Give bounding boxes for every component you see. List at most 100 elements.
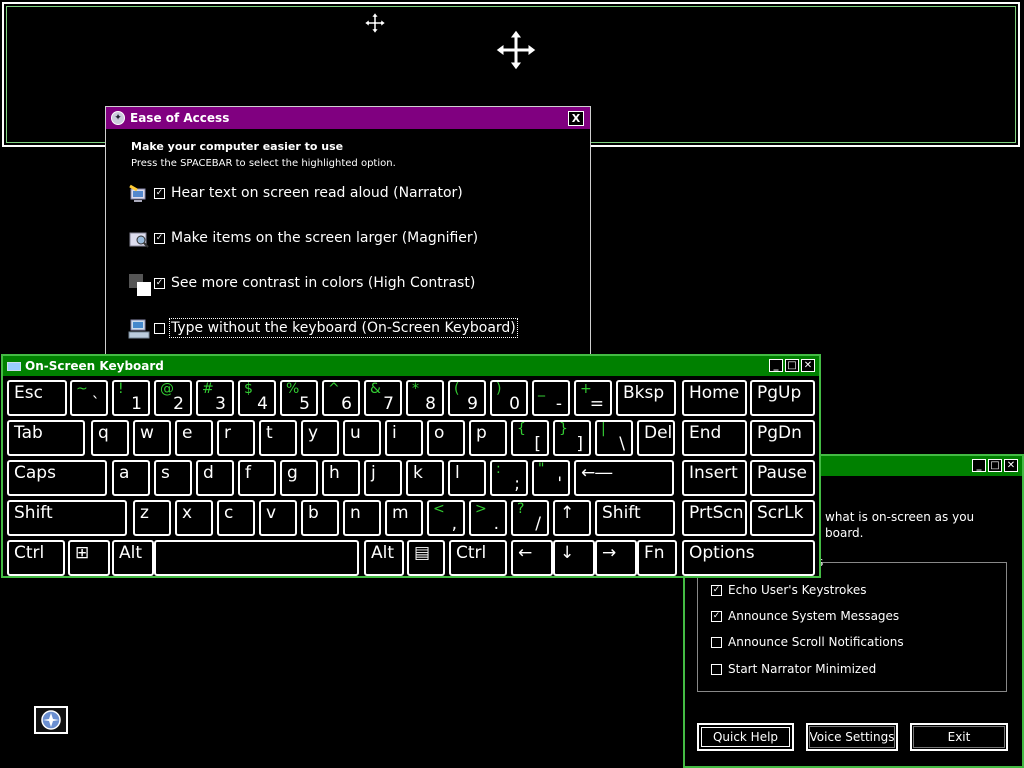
key-5[interactable]: % 5: [280, 380, 318, 416]
key-space[interactable]: →: [595, 540, 637, 576]
key-7[interactable]: & 7: [364, 380, 402, 416]
key-space[interactable]: <,: [427, 500, 465, 536]
key-y[interactable]: y: [301, 420, 339, 456]
key-o[interactable]: o: [427, 420, 465, 456]
key-e[interactable]: e: [175, 420, 213, 456]
key-scrlk[interactable]: ScrLk: [750, 500, 815, 536]
key-space[interactable]: ~ `: [70, 380, 108, 416]
key-pause[interactable]: Pause: [750, 460, 815, 496]
key-l[interactable]: l: [448, 460, 486, 496]
key-prtscn[interactable]: PrtScn: [682, 500, 747, 536]
maximize-button[interactable]: □: [988, 459, 1002, 472]
on-screen-keyboard-checkbox[interactable]: [154, 322, 165, 334]
key-r[interactable]: r: [217, 420, 255, 456]
key-tab[interactable]: Tab: [7, 420, 85, 456]
key-v[interactable]: v: [259, 500, 297, 536]
key-u[interactable]: u: [343, 420, 381, 456]
key-space[interactable]: + =: [574, 380, 612, 416]
announce-scroll-checkbox[interactable]: [711, 636, 722, 648]
key-p[interactable]: p: [469, 420, 507, 456]
maximize-button[interactable]: □: [785, 359, 799, 372]
key-x[interactable]: x: [175, 500, 213, 536]
minimize-button[interactable]: _: [972, 459, 986, 472]
key-s[interactable]: s: [154, 460, 192, 496]
key-8[interactable]: * 8: [406, 380, 444, 416]
minimize-button[interactable]: _: [769, 359, 783, 372]
key-q[interactable]: q: [91, 420, 129, 456]
key-ctrl[interactable]: Ctrl: [7, 540, 65, 576]
key-w[interactable]: w: [133, 420, 171, 456]
key-3[interactable]: #3: [196, 380, 234, 416]
key-space[interactable]: ▤: [407, 540, 445, 576]
key-end[interactable]: End: [682, 420, 747, 456]
key-shift[interactable]: Shift: [595, 500, 675, 536]
key-space[interactable]: | \: [595, 420, 633, 456]
key-b[interactable]: b: [301, 500, 339, 536]
spacebar[interactable]: [154, 540, 359, 576]
key-6[interactable]: ^ 6: [322, 380, 360, 416]
key-options[interactable]: Options: [682, 540, 815, 576]
osk-titlebar[interactable]: On-Screen Keyboard _ □ ✕: [3, 356, 819, 376]
key-space[interactable]: " ': [532, 460, 570, 496]
key-space[interactable]: >.: [469, 500, 507, 536]
key-home[interactable]: Home: [682, 380, 747, 416]
start-minimized-checkbox[interactable]: [711, 663, 722, 675]
key-alt[interactable]: Alt: [364, 540, 404, 576]
ease-of-access-titlebar[interactable]: ✦ Ease of Access X: [106, 107, 590, 129]
option-magnifier[interactable]: ✓ Make items on the screen larger (Magni…: [128, 228, 478, 248]
key-space[interactable]: ←: [511, 540, 553, 576]
start-minimized-option[interactable]: Start Narrator Minimized: [711, 662, 876, 676]
key-pgdn[interactable]: PgDn: [750, 420, 815, 456]
key-space[interactable]: }]: [553, 420, 591, 456]
key-space[interactable]: ↑: [553, 500, 591, 536]
key-f[interactable]: f: [238, 460, 276, 496]
magnifier-checkbox[interactable]: ✓: [154, 232, 165, 244]
key-space[interactable]: {[: [511, 420, 549, 456]
key-space[interactable]: ? /: [511, 500, 549, 536]
key-h[interactable]: h: [322, 460, 360, 496]
key-caps[interactable]: Caps: [7, 460, 107, 496]
key-space[interactable]: ←―: [574, 460, 674, 496]
quick-help-button[interactable]: Quick Help: [697, 723, 794, 751]
key-a[interactable]: a: [112, 460, 150, 496]
key-z[interactable]: z: [133, 500, 171, 536]
close-button[interactable]: ✕: [1004, 459, 1018, 472]
key-t[interactable]: t: [259, 420, 297, 456]
key-space[interactable]: ⊞: [68, 540, 110, 576]
close-button[interactable]: ✕: [801, 359, 815, 372]
echo-keystrokes-checkbox[interactable]: ✓: [711, 584, 722, 596]
echo-keystrokes-option[interactable]: ✓ Echo User's Keystrokes: [711, 583, 867, 597]
key-m[interactable]: m: [385, 500, 423, 536]
key-2[interactable]: @2: [154, 380, 192, 416]
narrator-checkbox[interactable]: ✓: [154, 187, 165, 199]
key-insert[interactable]: Insert: [682, 460, 747, 496]
key-1[interactable]: ! 1: [112, 380, 150, 416]
voice-settings-button[interactable]: Voice Settings: [806, 723, 898, 751]
key-del[interactable]: Del: [637, 420, 675, 456]
key-shift[interactable]: Shift: [7, 500, 127, 536]
key-0[interactable]: ) 0: [490, 380, 528, 416]
option-narrator[interactable]: ✓ Hear text on screen read aloud (Narrat…: [128, 183, 463, 203]
key-n[interactable]: n: [343, 500, 381, 536]
announce-system-messages-option[interactable]: ✓ Announce System Messages: [711, 609, 899, 623]
key-k[interactable]: k: [406, 460, 444, 496]
option-on-screen-keyboard[interactable]: Type without the keyboard (On-Screen Key…: [128, 318, 518, 339]
key-bksp[interactable]: Bksp: [616, 380, 676, 416]
key-pgup[interactable]: PgUp: [750, 380, 815, 416]
close-button[interactable]: X: [568, 111, 584, 126]
key-ctrl[interactable]: Ctrl: [449, 540, 507, 576]
key-g[interactable]: g: [280, 460, 318, 496]
key-9[interactable]: (9: [448, 380, 486, 416]
key-fn[interactable]: Fn: [637, 540, 677, 576]
option-high-contrast[interactable]: ✓ See more contrast in colors (High Cont…: [128, 273, 475, 296]
key-i[interactable]: i: [385, 420, 423, 456]
key-alt[interactable]: Alt: [112, 540, 154, 576]
key-d[interactable]: d: [196, 460, 234, 496]
key-c[interactable]: c: [217, 500, 255, 536]
key-esc[interactable]: Esc: [7, 380, 67, 416]
announce-system-messages-checkbox[interactable]: ✓: [711, 610, 722, 622]
key-4[interactable]: $4: [238, 380, 276, 416]
high-contrast-checkbox[interactable]: ✓: [154, 277, 165, 289]
key-space[interactable]: _ -: [532, 380, 570, 416]
announce-scroll-option[interactable]: Announce Scroll Notifications: [711, 635, 904, 649]
